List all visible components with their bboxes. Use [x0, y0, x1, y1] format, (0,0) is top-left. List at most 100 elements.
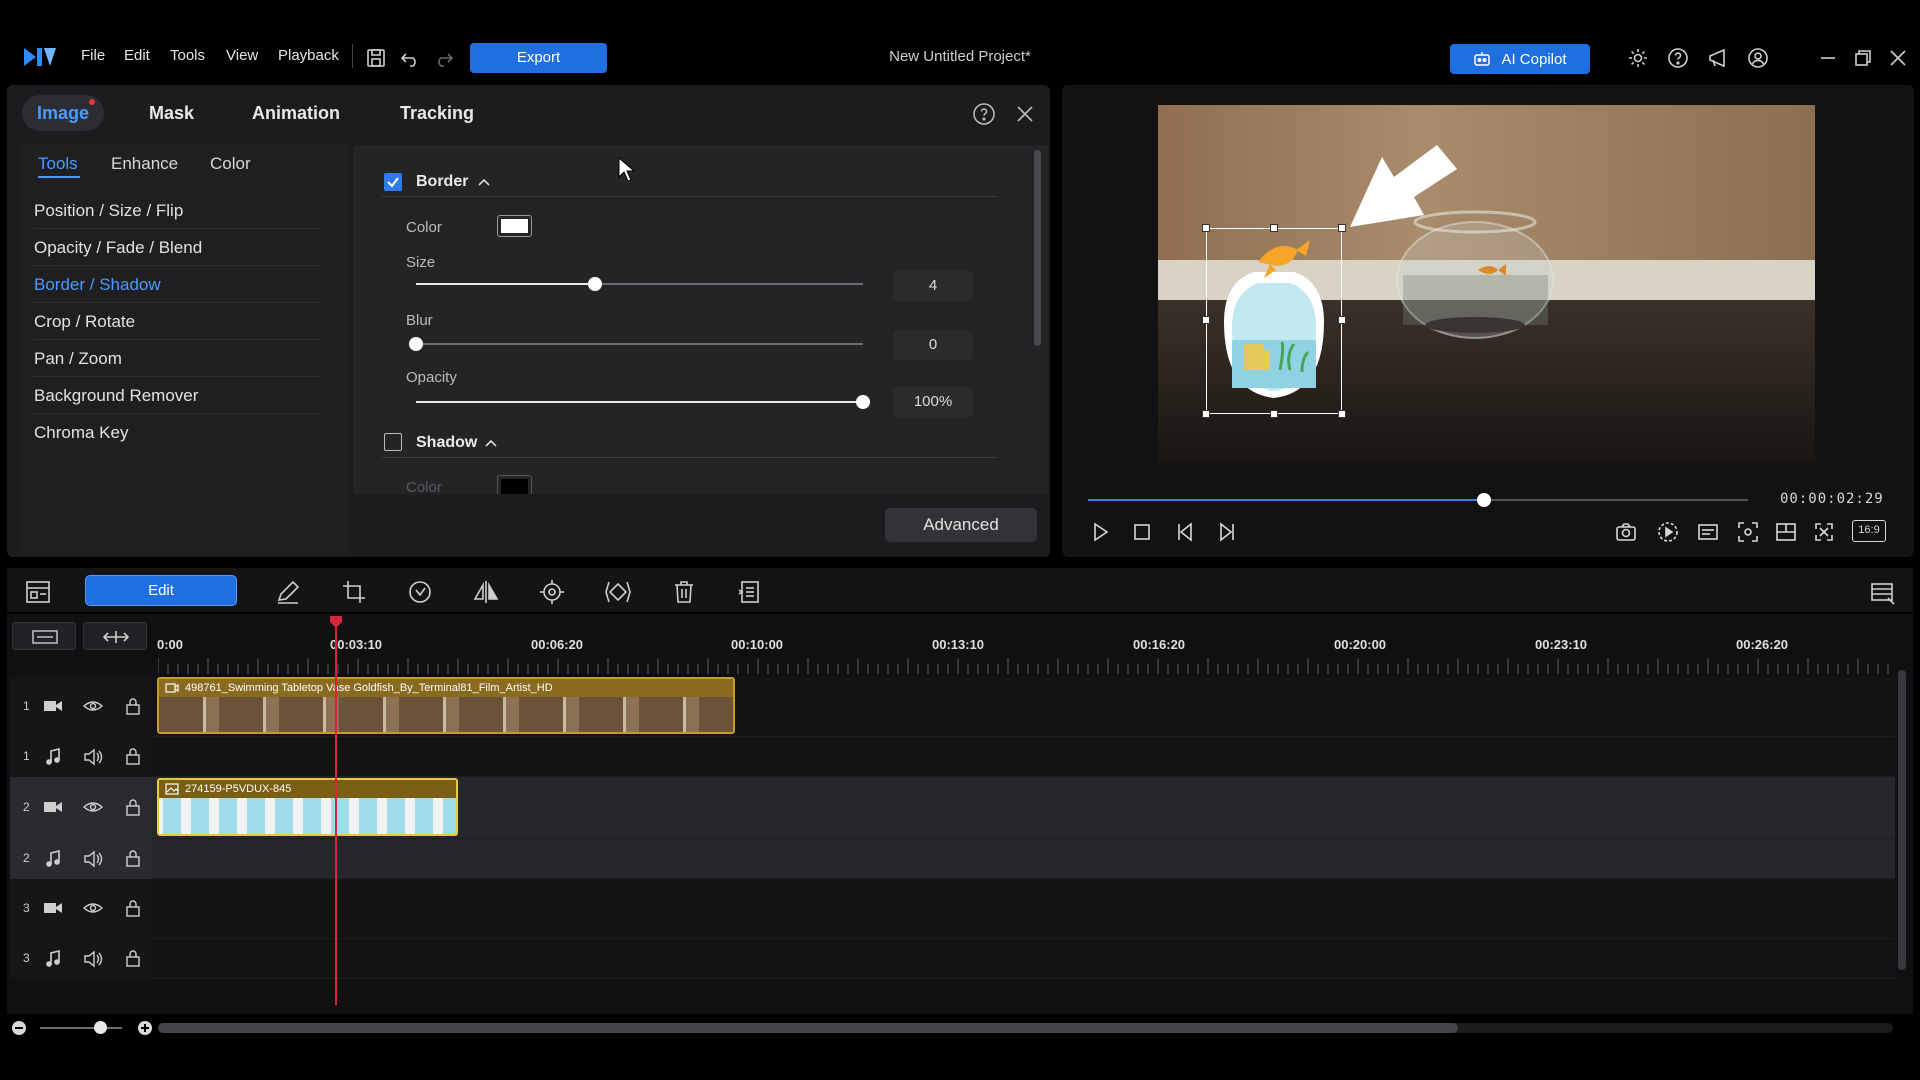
video-clip-goldfish[interactable]: 498761_Swimming Tabletop Vase Goldfish_B… — [157, 677, 735, 734]
panel-close-icon[interactable] — [1013, 102, 1037, 126]
timeline-vertical-scrollbar[interactable] — [1898, 670, 1906, 970]
border-blur-slider[interactable] — [409, 337, 863, 351]
play-icon[interactable] — [1088, 520, 1112, 544]
edit-button[interactable]: Edit — [85, 575, 237, 606]
image-clip-fishbowl[interactable]: 274159-P5VDUX-845 — [157, 778, 458, 836]
resize-handle[interactable] — [1202, 316, 1210, 324]
settings-gear-icon[interactable] — [1626, 46, 1650, 70]
stop-icon[interactable] — [1130, 520, 1154, 544]
minimize-icon[interactable] — [1816, 46, 1840, 70]
resize-handle[interactable] — [1270, 224, 1278, 232]
resize-handle[interactable] — [1338, 410, 1346, 418]
shadow-color-swatch[interactable] — [497, 475, 532, 494]
delete-trash-icon[interactable] — [670, 578, 698, 606]
pen-edit-icon[interactable] — [274, 578, 302, 606]
border-color-swatch[interactable] — [497, 215, 532, 237]
sidebar-item-chroma-key[interactable]: Chroma Key — [34, 414, 320, 451]
playback-progress-slider[interactable] — [1088, 493, 1748, 507]
lock-icon[interactable] — [125, 697, 141, 715]
subtitles-icon[interactable] — [1696, 520, 1720, 544]
lock-icon[interactable] — [125, 899, 141, 917]
settings-scrollbar[interactable] — [1034, 150, 1041, 346]
visibility-eye-icon[interactable] — [83, 698, 103, 714]
sidebar-item-background-remover[interactable]: Background Remover — [34, 377, 320, 414]
resize-handle[interactable] — [1338, 316, 1346, 324]
redo-icon[interactable] — [432, 46, 456, 70]
border-size-slider[interactable] — [416, 277, 863, 291]
undo-icon[interactable] — [398, 46, 422, 70]
menu-view[interactable]: View — [226, 47, 258, 64]
slider-knob[interactable] — [409, 337, 423, 351]
motion-tracking-icon[interactable] — [538, 578, 566, 606]
border-size-input[interactable]: 4 — [893, 271, 973, 301]
feedback-megaphone-icon[interactable] — [1706, 46, 1730, 70]
fullscreen-icon[interactable] — [1812, 520, 1836, 544]
speaker-icon[interactable] — [83, 748, 103, 766]
speaker-icon[interactable] — [83, 850, 103, 868]
zoom-in-icon[interactable] — [137, 1020, 153, 1036]
tab-mask[interactable]: Mask — [149, 103, 194, 124]
shadow-section-title[interactable]: Shadow — [416, 434, 477, 452]
resize-handle[interactable] — [1202, 224, 1210, 232]
sidebar-item-crop-rotate[interactable]: Crop / Rotate — [34, 303, 320, 340]
resize-handle[interactable] — [1270, 410, 1278, 418]
panel-help-icon[interactable] — [972, 102, 996, 126]
lock-icon[interactable] — [125, 949, 141, 967]
resize-handle[interactable] — [1338, 224, 1346, 232]
keyframe-icon[interactable] — [604, 578, 632, 606]
save-icon[interactable] — [364, 46, 388, 70]
menu-tools[interactable]: Tools — [170, 47, 205, 64]
zoom-slider-knob[interactable] — [94, 1021, 107, 1034]
fit-timeline-button[interactable] — [83, 622, 147, 650]
border-opacity-input[interactable]: 100% — [893, 387, 973, 417]
speaker-icon[interactable] — [83, 950, 103, 968]
slider-knob[interactable] — [856, 395, 870, 409]
close-window-icon[interactable] — [1886, 46, 1910, 70]
timeline-settings-icon[interactable] — [1868, 578, 1896, 606]
help-icon[interactable] — [1666, 46, 1690, 70]
advanced-button[interactable]: Advanced — [885, 508, 1037, 542]
sidebar-item-pan-zoom[interactable]: Pan / Zoom — [34, 340, 320, 377]
previous-frame-icon[interactable] — [1174, 520, 1198, 544]
restore-icon[interactable] — [1851, 46, 1875, 70]
resize-handle[interactable] — [1202, 410, 1210, 418]
snapshot-camera-icon[interactable] — [1614, 520, 1638, 544]
subtab-tools[interactable]: Tools — [38, 154, 78, 174]
sidebar-item-border-shadow[interactable]: Border / Shadow — [34, 266, 320, 303]
arrow-sticker[interactable] — [1342, 137, 1467, 237]
lock-icon[interactable] — [125, 849, 141, 867]
visibility-eye-icon[interactable] — [83, 799, 103, 815]
add-track-button[interactable] — [12, 622, 76, 650]
media-library-icon[interactable] — [24, 578, 52, 606]
subtab-color[interactable]: Color — [210, 154, 251, 174]
progress-knob[interactable] — [1477, 493, 1491, 507]
tools-menu-icon[interactable] — [736, 578, 764, 606]
sidebar-item-position-size-flip[interactable]: Position / Size / Flip — [34, 192, 320, 229]
export-button[interactable]: Export — [470, 43, 607, 73]
next-frame-icon[interactable] — [1214, 520, 1238, 544]
flip-icon[interactable] — [472, 578, 500, 606]
timeline-ruler[interactable] — [158, 656, 1890, 674]
tab-image[interactable]: Image — [37, 103, 89, 124]
border-blur-input[interactable]: 0 — [893, 330, 973, 360]
border-opacity-slider[interactable] — [416, 395, 870, 409]
visibility-eye-icon[interactable] — [83, 900, 103, 916]
preview-quality-icon[interactable] — [1656, 520, 1680, 544]
subtab-enhance[interactable]: Enhance — [111, 154, 178, 174]
zoom-slider[interactable] — [40, 1027, 122, 1029]
fishbowl-sticker[interactable] — [1210, 232, 1338, 410]
ai-copilot-button[interactable]: AI Copilot — [1450, 44, 1590, 74]
zoom-preview-icon[interactable] — [1736, 520, 1760, 544]
timeline-horizontal-scrollbar[interactable] — [158, 1023, 1458, 1033]
tab-tracking[interactable]: Tracking — [400, 103, 474, 124]
layout-grid-icon[interactable] — [1774, 520, 1798, 544]
lock-icon[interactable] — [125, 747, 141, 765]
aspect-ratio-button[interactable]: 16:9 — [1852, 520, 1886, 542]
speed-icon[interactable] — [406, 578, 434, 606]
tab-animation[interactable]: Animation — [252, 103, 340, 124]
menu-playback[interactable]: Playback — [278, 47, 339, 64]
chevron-up-icon[interactable] — [477, 175, 491, 189]
menu-file[interactable]: File — [81, 47, 105, 64]
menu-edit[interactable]: Edit — [124, 47, 150, 64]
lock-icon[interactable] — [125, 798, 141, 816]
